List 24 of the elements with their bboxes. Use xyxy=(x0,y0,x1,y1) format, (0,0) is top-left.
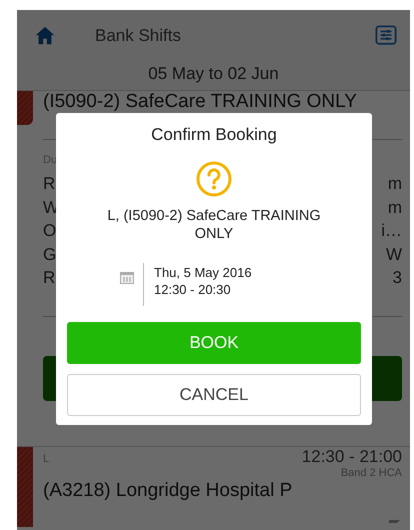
detail-label: O xyxy=(43,220,56,242)
detail-value: m xyxy=(388,173,402,195)
detail-value: W xyxy=(386,244,402,266)
detail-value: m xyxy=(388,196,402,218)
screen-title: Bank Shifts xyxy=(95,26,182,46)
detail-value: i… xyxy=(381,220,402,242)
shift-title: (I5090-2) SafeCare TRAINING ONLY xyxy=(43,91,358,113)
dialog-title: Confirm Booking xyxy=(151,125,277,145)
shift-date: Thu, 5 May 2016 xyxy=(154,264,252,281)
dialog-message: L, (I5090-2) SafeCare TRAINING ONLY xyxy=(106,207,322,243)
shift-title: (A3218) Longridge Hospital P xyxy=(43,480,294,502)
detail-label: G xyxy=(43,244,56,266)
filter-icon[interactable] xyxy=(374,25,398,47)
question-icon xyxy=(196,161,232,197)
status-stripe xyxy=(17,91,33,125)
shift-time: 12:30 - 20:30 xyxy=(154,281,232,298)
calendar-icon xyxy=(120,272,134,284)
detail-value: 3 xyxy=(392,267,402,289)
shift-time: 12:30 - 21:00 xyxy=(302,446,402,466)
date-range: 05 May to 02 Jun xyxy=(147,64,280,84)
home-icon[interactable] xyxy=(33,25,57,47)
detail-label: R xyxy=(43,173,56,195)
cancel-button[interactable]: CANCEL xyxy=(67,374,361,416)
detail-label: R xyxy=(43,267,56,289)
